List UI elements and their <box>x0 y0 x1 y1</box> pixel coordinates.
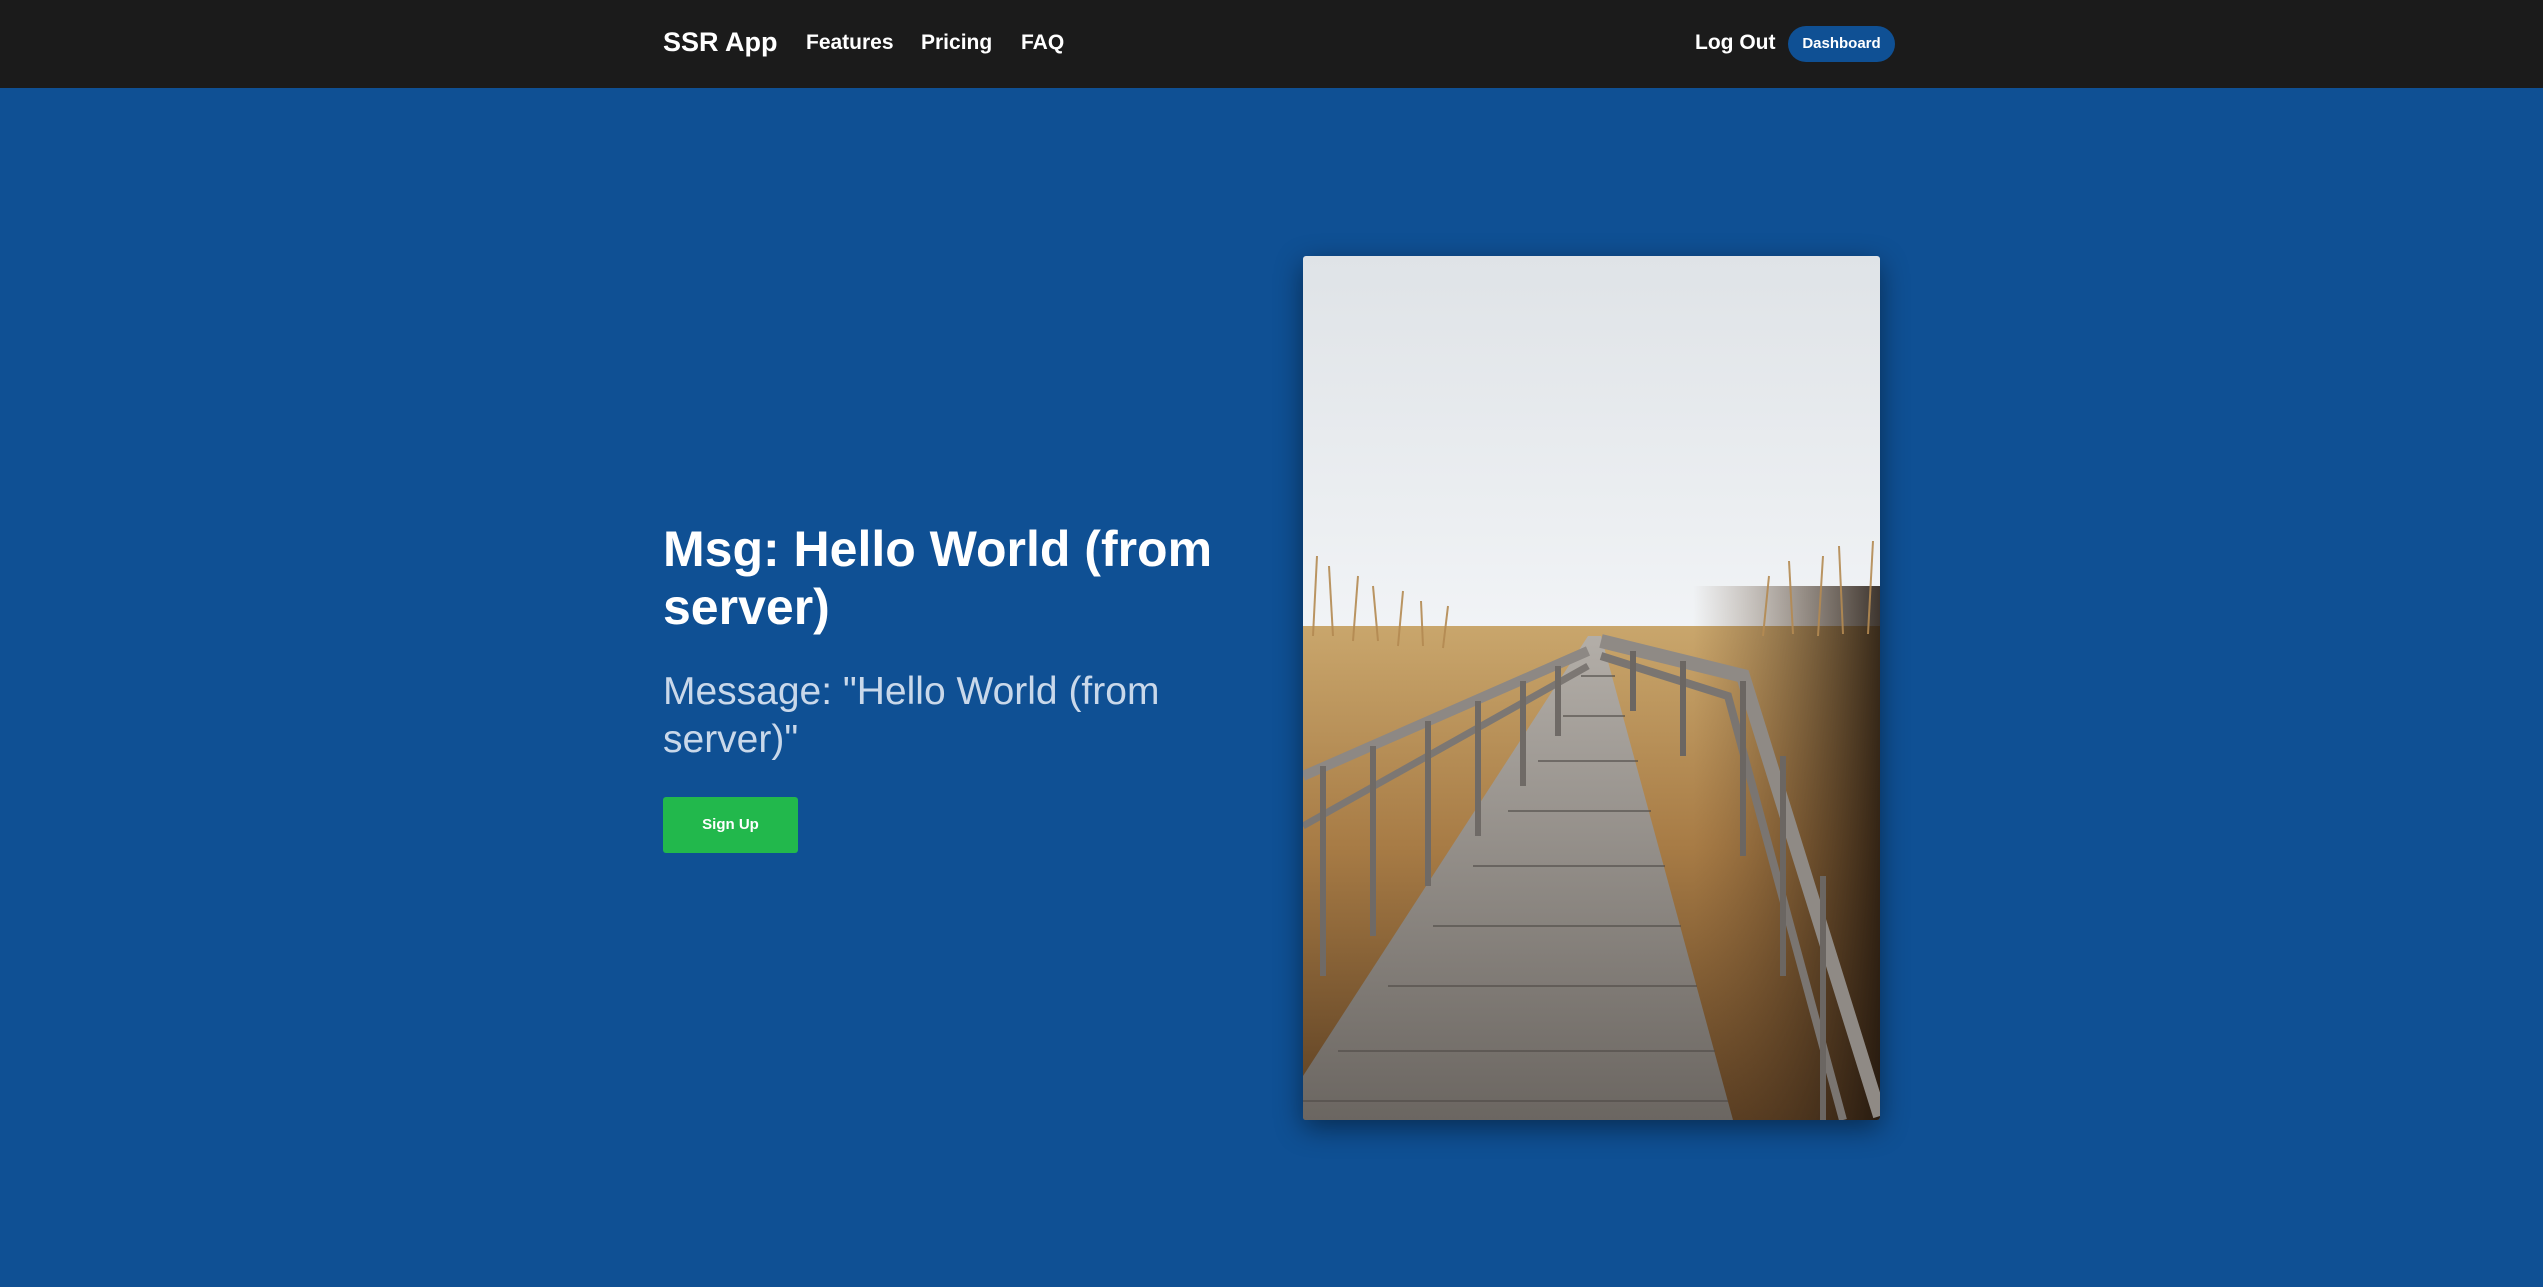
nav-link-features[interactable]: Features <box>806 31 894 55</box>
nav-link-pricing[interactable]: Pricing <box>921 31 992 55</box>
top-navbar: SSR App Features Pricing FAQ Log Out Das… <box>0 0 2543 88</box>
hero-subtitle: Message: "Hello World (from server)" <box>663 670 1160 761</box>
signup-button[interactable]: Sign Up <box>663 797 798 853</box>
hero-title: Msg: Hello World (from server) <box>663 521 1213 635</box>
nav-link-faq[interactable]: FAQ <box>1021 31 1064 55</box>
brand-link[interactable]: SSR App <box>663 27 778 58</box>
logout-link[interactable]: Log Out <box>1695 31 1775 55</box>
navbar-container: SSR App Features Pricing FAQ Log Out Das… <box>663 0 1895 88</box>
boardwalk-photo <box>1303 256 1880 1120</box>
dashboard-button[interactable]: Dashboard <box>1788 26 1895 62</box>
hero-image <box>1303 256 1880 1120</box>
